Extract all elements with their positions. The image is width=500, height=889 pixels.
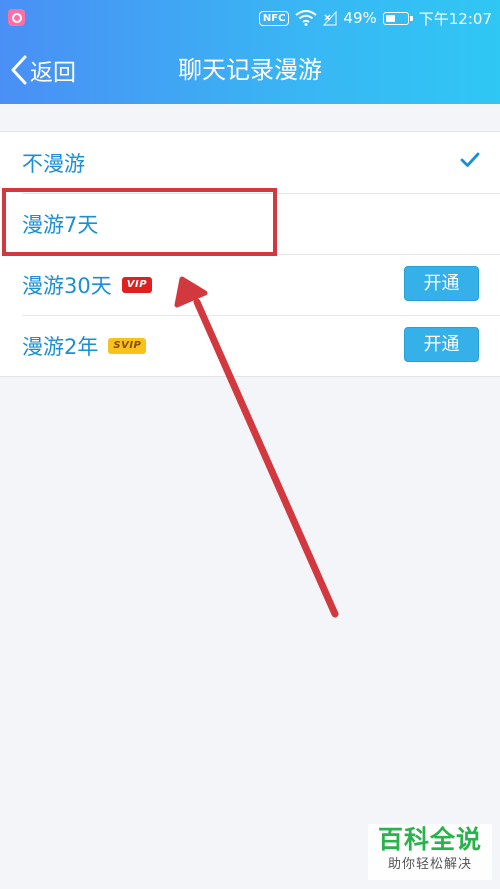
title-bar: 返回 聊天记录漫游 [0, 36, 500, 104]
option-label: 漫游30天 [22, 273, 112, 298]
page-title: 聊天记录漫游 [178, 56, 322, 84]
option-roaming-2-years[interactable]: 漫游2年 SVIP 开通 [0, 315, 500, 376]
nfc-indicator: NFC [258, 10, 290, 26]
option-roaming-30-days[interactable]: 漫游30天 VIP 开通 [0, 254, 500, 315]
watermark-subtitle: 助你轻松解决 [387, 857, 472, 872]
no-signal-icon [323, 10, 338, 26]
svip-badge: SVIP [108, 337, 147, 354]
activate-2-years-button[interactable]: 开通 [404, 327, 479, 362]
battery-percent: 49% [343, 9, 377, 27]
app-header: NFC 49% 下午12:07 返回 聊天记录漫游 [0, 0, 500, 104]
wifi-icon [295, 10, 318, 26]
clock: 下午12:07 [418, 9, 492, 28]
battery-level [385, 14, 395, 22]
checkmark-icon [460, 152, 480, 167]
vip-badge: VIP [121, 276, 153, 293]
activate-30-days-button[interactable]: 开通 [404, 266, 479, 301]
option-label: 漫游2年 [22, 334, 99, 359]
battery-icon [382, 11, 413, 25]
option-label: 不漫游 [22, 151, 85, 176]
annotation-highlight-box [2, 188, 277, 256]
app-notification-icon [8, 9, 25, 26]
watermark: 百科全说 助你轻松解决 [368, 824, 492, 880]
status-bar: NFC 49% 下午12:07 [0, 0, 500, 36]
option-no-roaming[interactable]: 不漫游 [0, 132, 500, 193]
watermark-title: 百科全说 [377, 825, 482, 854]
status-indicators: NFC 49% 下午12:07 [258, 7, 492, 29]
